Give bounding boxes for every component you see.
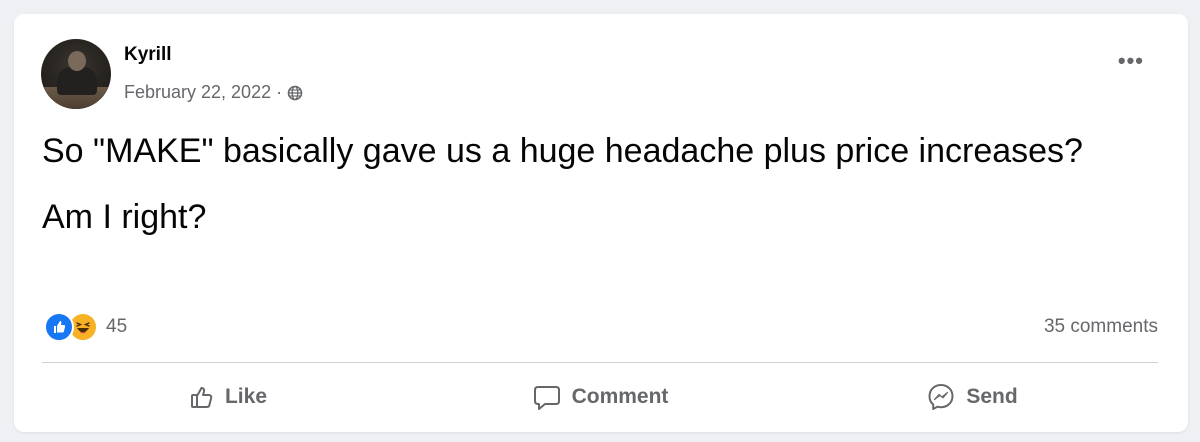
comment-icon <box>533 386 560 410</box>
comment-button[interactable]: Comment <box>414 366 786 428</box>
post-meta: February 22, 2022 · <box>124 82 303 103</box>
action-bar: Like Comment Send <box>42 366 1158 428</box>
reaction-count[interactable]: 45 <box>106 316 127 338</box>
comments-count[interactable]: 35 comments <box>1044 316 1158 338</box>
like-button[interactable]: Like <box>42 366 414 428</box>
comment-label: Comment <box>571 385 669 408</box>
like-icon <box>44 312 74 342</box>
like-label: Like <box>224 385 268 408</box>
post-card: Kyrill February 22, 2022 · ••• So "MAKE"… <box>14 14 1188 432</box>
divider <box>42 362 1158 363</box>
post-paragraph: Am I right? <box>42 198 207 236</box>
post-body: So "MAKE" basically gave us a huge heada… <box>42 129 1142 261</box>
post-paragraph: So "MAKE" basically gave us a huge heada… <box>42 132 1083 170</box>
thumbs-up-icon <box>190 387 213 408</box>
avatar[interactable] <box>41 39 111 109</box>
messenger-icon <box>928 384 954 410</box>
meta-separator: · <box>276 82 283 102</box>
send-button[interactable]: Send <box>786 366 1158 428</box>
more-options-icon[interactable]: ••• <box>1118 50 1144 72</box>
post-date[interactable]: February 22, 2022 <box>124 82 271 103</box>
send-label: Send <box>966 385 1018 408</box>
reactions-summary[interactable]: 45 <box>44 312 127 342</box>
author-name[interactable]: Kyrill <box>124 44 172 66</box>
globe-icon[interactable] <box>287 85 303 101</box>
